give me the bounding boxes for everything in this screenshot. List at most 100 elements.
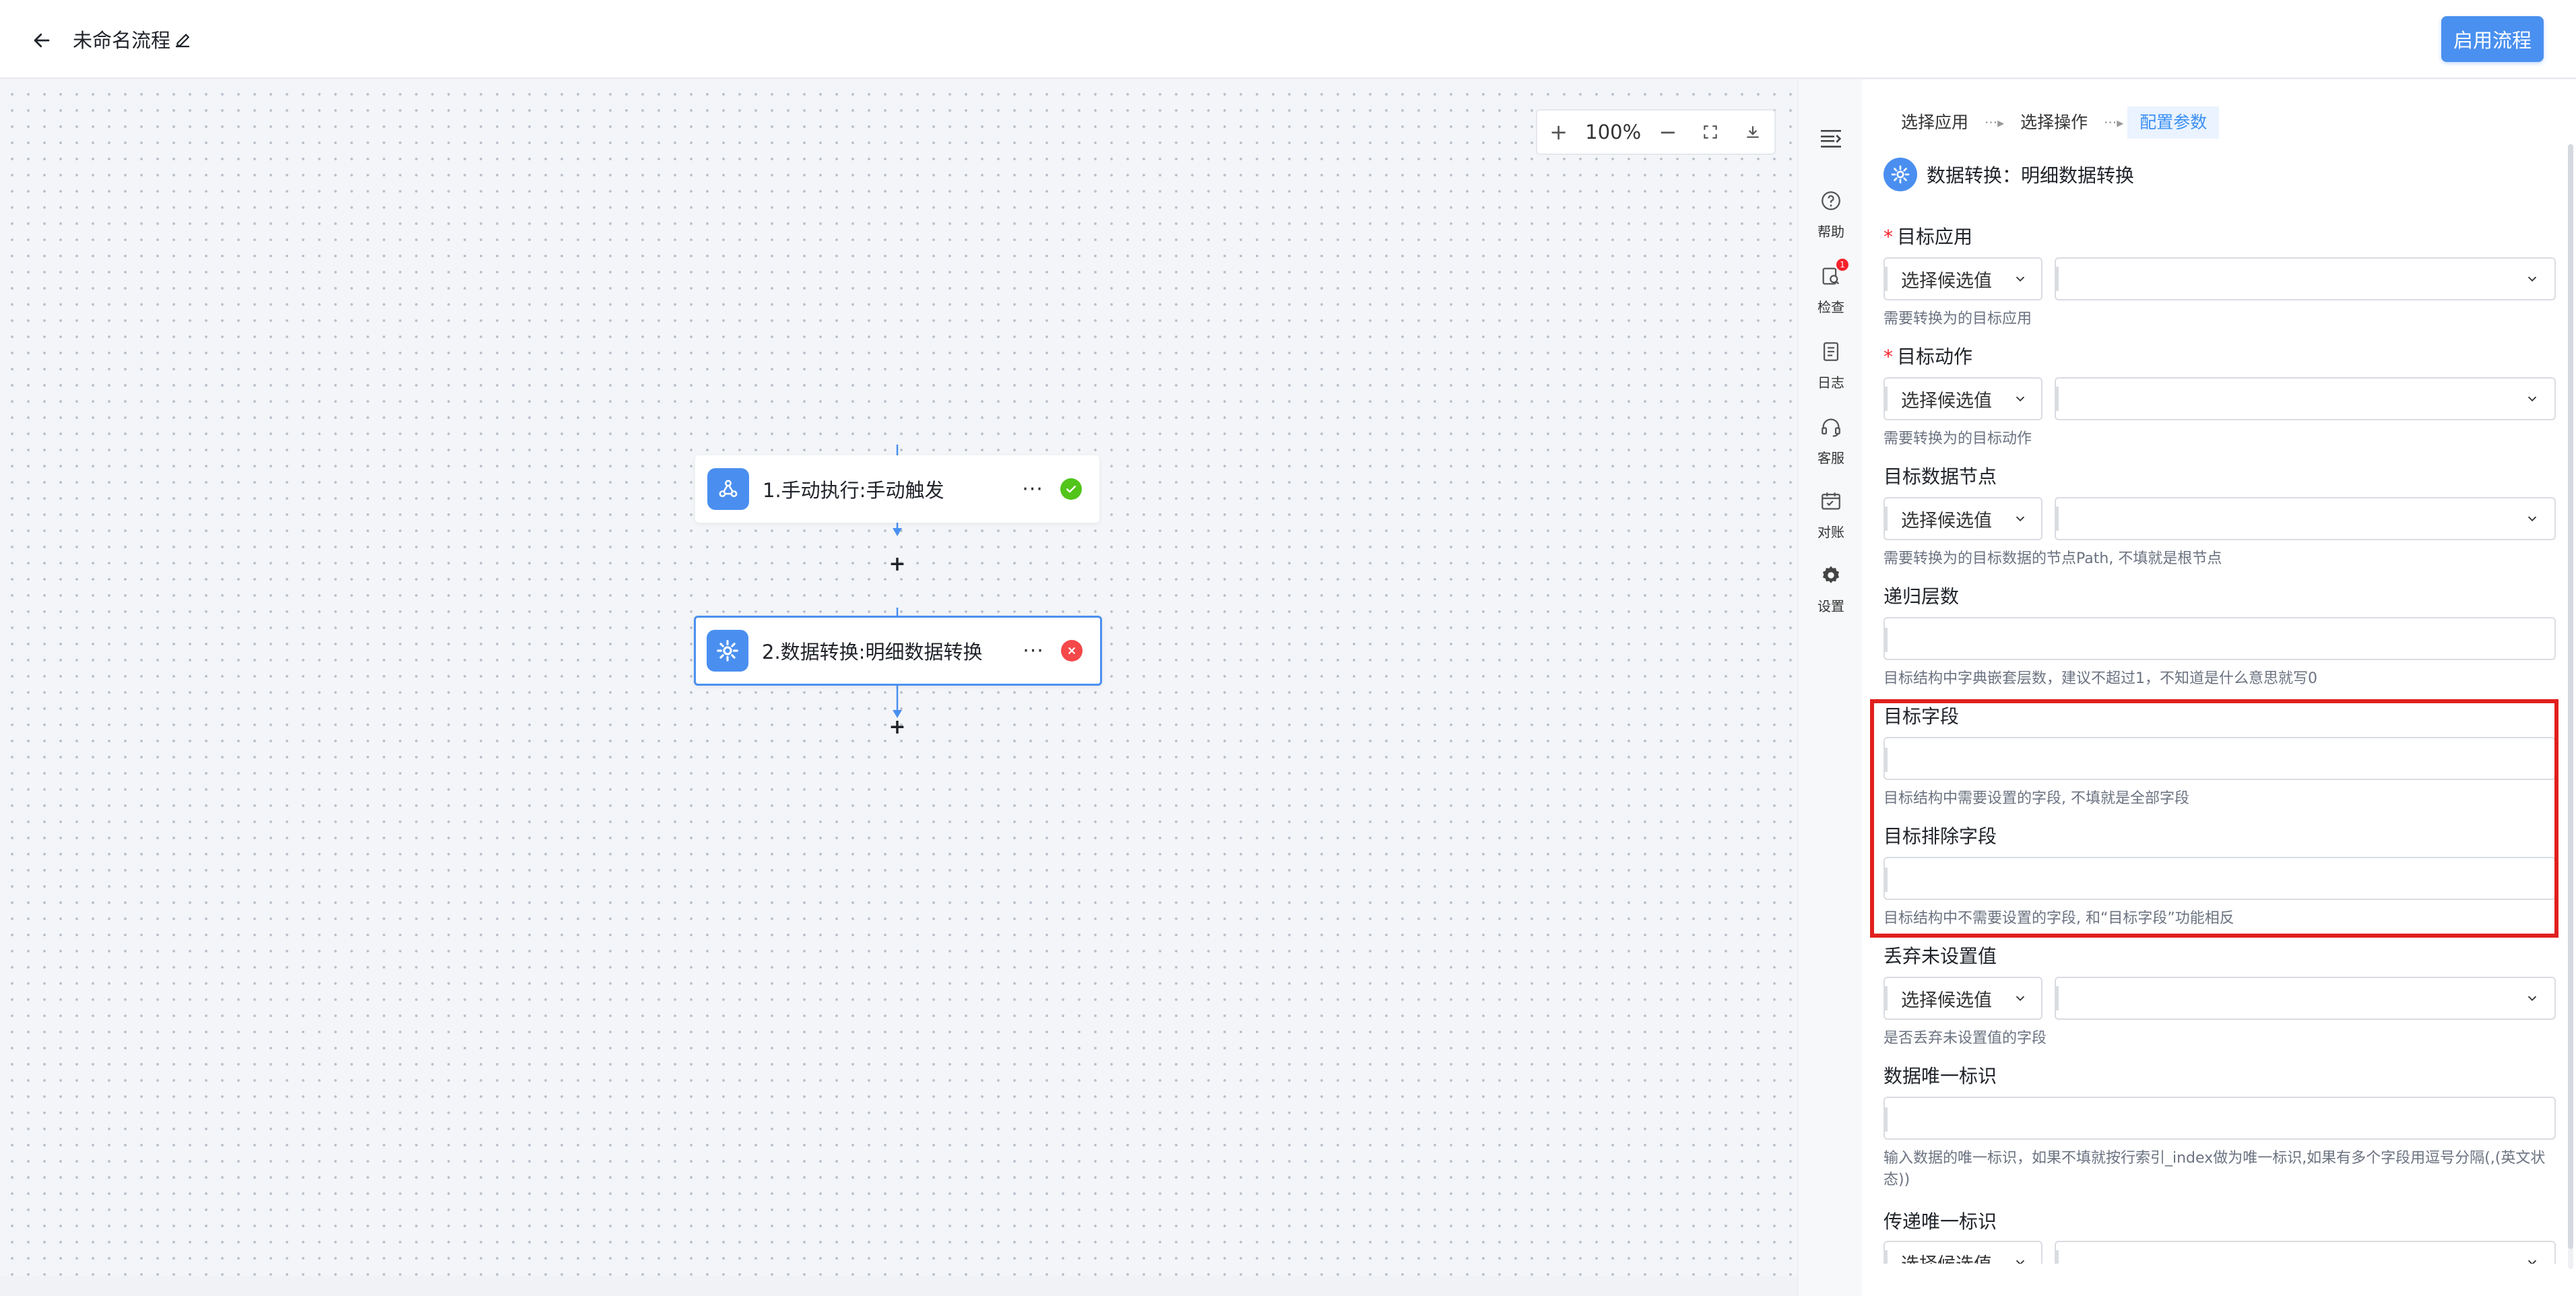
chevron-down-icon	[2016, 996, 2025, 1002]
recursion-input[interactable]	[1883, 617, 2556, 660]
flow-node-data-transform[interactable]: 2.数据转换:明细数据转换 ···	[694, 616, 1102, 686]
check-icon: 1	[1817, 259, 1848, 290]
rail-label: 检查	[1817, 299, 1844, 315]
help-icon	[1817, 187, 1844, 214]
collapse-panel-icon	[1821, 130, 1842, 148]
clipped-row: 选择候选值	[1862, 1241, 2576, 1264]
input-cap	[1885, 1107, 1888, 1132]
pass-unique-id-value-select[interactable]	[2055, 1241, 2556, 1264]
input-cap	[1885, 507, 1888, 531]
target-action-label: * 目标动作	[1883, 342, 1972, 369]
check-badge: 1	[1836, 259, 1848, 271]
rail-item-service[interactable]: 客服	[1799, 414, 1863, 481]
rail-item-check[interactable]: 1 检查	[1799, 259, 1863, 330]
flow-canvas[interactable]: + 100% − + + 1.手动执行:手动触发 ··· 2.数据转换:明细数据…	[0, 79, 1797, 1276]
pass-unique-id-label: 传递唯一标识	[1883, 1210, 1997, 1233]
top-header: 未命名流程 启用流程	[0, 0, 2576, 79]
recursion-label: 递归层数	[1883, 585, 1960, 608]
target-action-source-select[interactable]: 选择候选值	[1883, 377, 2042, 420]
step-select-app[interactable]: 选择应用	[1889, 106, 1981, 139]
input-cap	[2056, 1250, 2059, 1264]
chevron-down-icon	[2527, 996, 2537, 1002]
error-x-icon	[1061, 640, 1083, 661]
back-arrow-icon[interactable]	[27, 26, 57, 55]
select-value: 选择候选值	[1901, 510, 1992, 531]
input-cap	[2056, 986, 2059, 1010]
rail-label: 对账	[1817, 524, 1844, 540]
enable-flow-button[interactable]: 启用流程	[2441, 16, 2544, 62]
edit-title-icon[interactable]	[172, 30, 194, 51]
target-node-label: 目标数据节点	[1883, 465, 1997, 488]
panel-scrollbar[interactable]	[2568, 144, 2573, 1269]
chevron-down-icon	[2527, 516, 2537, 522]
select-value: 选择候选值	[1901, 270, 1992, 292]
rail-item-log[interactable]: 日志	[1799, 338, 1863, 406]
step-arrow-icon: ···▸	[1985, 115, 2005, 131]
add-node-button[interactable]: +	[888, 717, 907, 738]
node-more-button[interactable]: ···	[1017, 639, 1050, 663]
input-cap	[2056, 387, 2059, 411]
target-action-help: 需要转换为的目标动作	[1883, 430, 2032, 447]
config-panel: 选择应用 ···▸ 选择操作 ···▸ 配置参数 数据转换：明细数据转换 * 目标…	[1862, 79, 2576, 1296]
node-label: 2.数据转换:明细数据转换	[762, 641, 983, 663]
gear-icon	[1817, 562, 1844, 589]
chevron-down-icon	[2527, 1260, 2537, 1264]
chevron-down-icon	[2016, 396, 2025, 402]
target-action-value-select[interactable]	[2055, 377, 2556, 420]
node-more-button[interactable]: ···	[1016, 478, 1050, 501]
input-cap	[1885, 986, 1888, 1010]
highlight-annotation	[1870, 699, 2558, 938]
tool-rail: 帮助 1 检查 日志 客服 对账 设置	[1797, 79, 1862, 1296]
rail-label: 帮助	[1817, 224, 1844, 240]
scrollbar-thumb[interactable]	[2568, 144, 2573, 1249]
rail-label: 日志	[1817, 375, 1844, 391]
webhook-icon	[707, 468, 749, 510]
rail-item-settings[interactable]: 设置	[1799, 562, 1863, 629]
field-label-text: 目标动作	[1897, 346, 1973, 368]
transform-gear-icon	[1883, 158, 1917, 191]
required-mark: *	[1883, 346, 1893, 368]
target-app-value-select[interactable]	[2055, 257, 2556, 300]
input-cap	[1885, 1250, 1888, 1264]
discard-unset-label: 丢弃未设置值	[1883, 945, 1997, 967]
rail-item-reconcile[interactable]: 对账	[1799, 488, 1863, 555]
panel-header: 数据转换：明细数据转换	[1883, 156, 2134, 193]
discard-unset-value-select[interactable]	[2055, 977, 2556, 1020]
rail-label: 设置	[1817, 598, 1844, 614]
select-value: 选择候选值	[1901, 1250, 2013, 1264]
chevron-down-icon	[2016, 276, 2025, 282]
node-label: 1.手动执行:手动触发	[763, 479, 944, 502]
step-config-params[interactable]: 配置参数	[2127, 106, 2220, 139]
rail-item-help[interactable]: 帮助	[1799, 187, 1863, 255]
target-node-source-select[interactable]: 选择候选值	[1883, 497, 2042, 540]
log-icon	[1817, 338, 1844, 365]
headset-icon	[1817, 414, 1844, 441]
target-node-help: 需要转换为的目标数据的节点Path, 不填就是根节点	[1883, 550, 2222, 567]
discard-unset-source-select[interactable]: 选择候选值	[1883, 977, 2042, 1020]
chevron-down-icon	[2016, 516, 2025, 522]
unique-id-input[interactable]	[1883, 1097, 2556, 1140]
target-app-help: 需要转换为的目标应用	[1883, 311, 2032, 327]
input-cap	[1885, 628, 1888, 652]
field-label-text: 目标应用	[1897, 226, 1973, 248]
reconcile-icon	[1817, 488, 1844, 515]
target-node-value-select[interactable]	[2055, 497, 2556, 540]
pass-unique-id-source-select[interactable]: 选择候选值	[1883, 1241, 2042, 1264]
step-breadcrumb: 选择应用 ···▸ 选择操作 ···▸ 配置参数	[1889, 106, 2220, 139]
chevron-down-icon	[2016, 1260, 2025, 1264]
unique-id-label: 数据唯一标识	[1883, 1065, 1997, 1087]
rail-collapse-button[interactable]	[1799, 125, 1863, 159]
add-node-button[interactable]: +	[888, 554, 907, 575]
unique-id-help: 输入数据的唯一标识，如果不填就按行索引_index做为唯一标识,如果有多个字段用…	[1883, 1150, 2546, 1188]
input-cap	[1885, 267, 1888, 291]
success-check-icon	[1060, 478, 1082, 500]
flow-node-manual-trigger[interactable]: 1.手动执行:手动触发 ···	[695, 455, 1099, 523]
select-value: 选择候选值	[1901, 990, 1992, 1011]
target-app-label: * 目标应用	[1883, 222, 1972, 249]
target-app-source-select[interactable]: 选择候选值	[1883, 257, 2042, 300]
discard-unset-help: 是否丢弃未设置值的字段	[1883, 1030, 2047, 1047]
input-cap	[2056, 267, 2059, 291]
step-arrow-icon: ···▸	[2104, 115, 2124, 131]
step-select-action[interactable]: 选择操作	[2008, 106, 2100, 139]
required-mark: *	[1883, 226, 1893, 248]
